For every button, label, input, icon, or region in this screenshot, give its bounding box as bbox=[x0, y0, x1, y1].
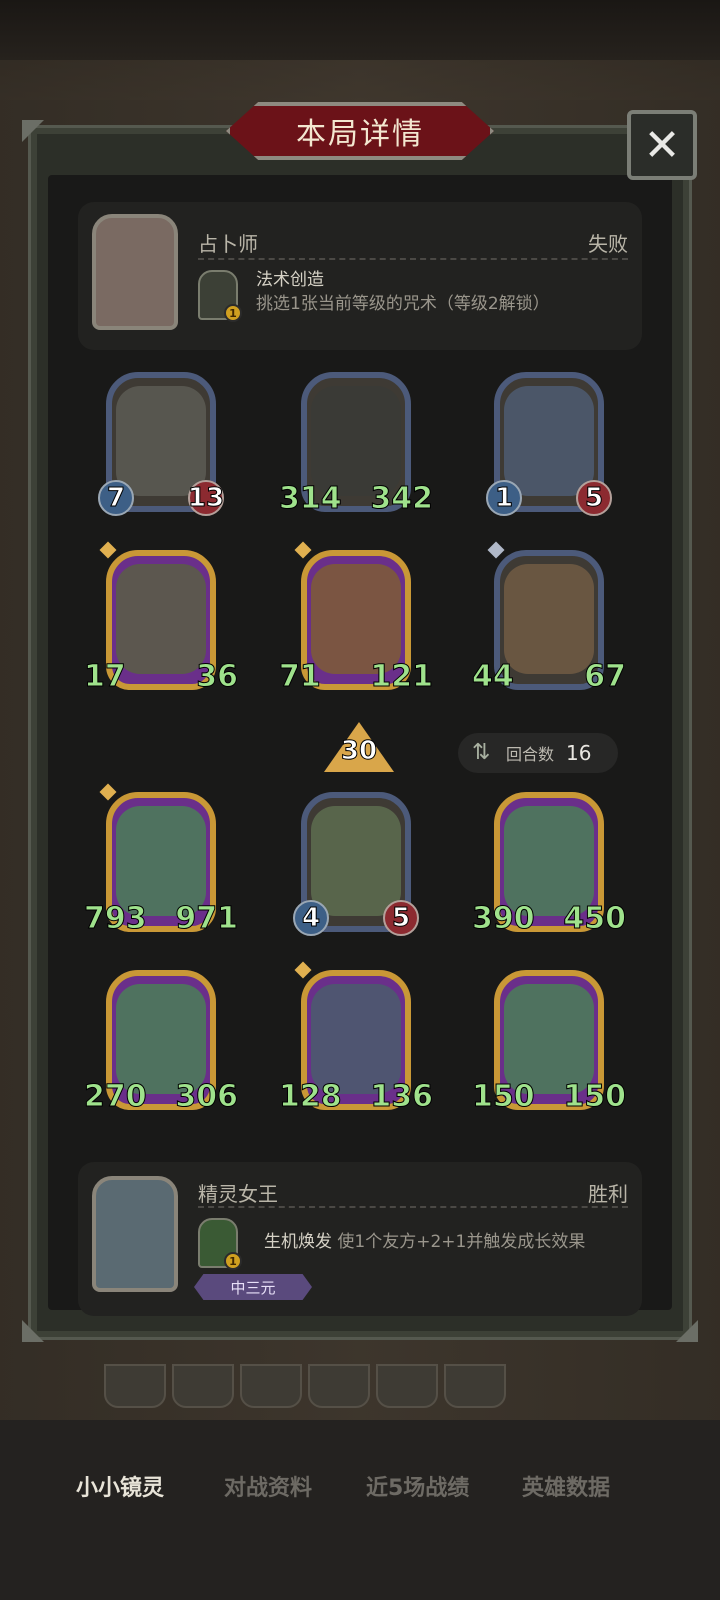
tab-hero-data[interactable]: 英雄数据 bbox=[522, 1470, 610, 1502]
attack-value: 793 bbox=[84, 900, 148, 936]
player-hero-name: 精灵女王 bbox=[198, 1182, 278, 1206]
skill-level-badge: 1 bbox=[224, 1252, 242, 1270]
minion-art bbox=[311, 564, 401, 674]
attack-value: 390 bbox=[472, 900, 536, 936]
strip-slot bbox=[308, 1364, 370, 1408]
attack-value: 7 bbox=[98, 480, 134, 516]
hero-power-icon[interactable]: 1 bbox=[198, 1218, 242, 1270]
lineup-strip bbox=[104, 1364, 524, 1414]
opponent-hero-card: 占卜师 失败 1 法术创造 挑选1张当前等级的咒术（等级2解锁） bbox=[78, 202, 642, 350]
player-skill: 生机焕发 使1个友方+2+1并触发成长效果 bbox=[264, 1230, 622, 1254]
skill-name: 生机焕发 bbox=[264, 1232, 332, 1252]
attack-value: 44 bbox=[472, 658, 515, 694]
enemy-minion[interactable]: 17 36 bbox=[84, 541, 238, 705]
player-minion[interactable]: 150 150 bbox=[472, 970, 626, 1125]
player-minion[interactable]: 793 971 bbox=[84, 783, 238, 947]
player-minion[interactable]: 270 306 bbox=[84, 970, 238, 1125]
attack-value: 150 bbox=[472, 1078, 536, 1114]
tavern-tier-badge: 30 bbox=[324, 722, 394, 772]
minion-art bbox=[311, 984, 401, 1094]
player-result: 胜利 bbox=[588, 1182, 628, 1206]
bottom-tab-bar: 小小镜灵 对战资料 近5场战绩 英雄数据 bbox=[0, 1420, 720, 1600]
minion-art bbox=[504, 984, 594, 1094]
minion-art bbox=[116, 386, 206, 496]
enemy-minion[interactable]: 314 342 bbox=[279, 372, 433, 527]
player-minion[interactable]: 4 5 bbox=[293, 792, 419, 947]
opponent-skill: 法术创造 挑选1张当前等级的咒术（等级2解锁） bbox=[256, 268, 622, 316]
enemy-minion[interactable]: 44 67 bbox=[472, 541, 626, 705]
minion-art bbox=[116, 806, 206, 916]
tab-battle-info[interactable]: 对战资料 bbox=[224, 1470, 312, 1502]
minion-art bbox=[311, 806, 401, 916]
health-value: 150 bbox=[563, 1078, 627, 1114]
health-value: 306 bbox=[175, 1078, 239, 1114]
player-hero-card: 精灵女王 胜利 1 生机焕发 使1个友方+2+1并触发成长效果 中三元 bbox=[78, 1162, 642, 1316]
opponent-hero-portrait bbox=[92, 214, 178, 330]
turn-value: 16 bbox=[566, 741, 592, 765]
page-title: 本局详情 bbox=[296, 117, 424, 152]
title-banner: 本局详情 bbox=[226, 102, 494, 160]
attack-value: 314 bbox=[279, 480, 343, 516]
strip-slot bbox=[104, 1364, 166, 1408]
opponent-result: 失败 bbox=[588, 232, 628, 256]
close-button[interactable]: ✕ bbox=[627, 110, 697, 180]
health-value: 450 bbox=[563, 900, 627, 936]
skill-description: 挑选1张当前等级的咒术（等级2解锁） bbox=[256, 294, 550, 314]
attack-value: 71 bbox=[279, 658, 322, 694]
player-hero-portrait bbox=[92, 1176, 178, 1292]
strip-slot bbox=[172, 1364, 234, 1408]
minion-art bbox=[504, 564, 594, 674]
skill-level-badge: 1 bbox=[224, 304, 242, 322]
skill-description: 使1个友方+2+1并触发成长效果 bbox=[337, 1232, 586, 1252]
tavern-tier-value: 30 bbox=[340, 736, 378, 767]
strip-slot bbox=[240, 1364, 302, 1408]
health-value: 5 bbox=[383, 900, 419, 936]
attack-value: 4 bbox=[293, 900, 329, 936]
health-value: 342 bbox=[370, 480, 434, 516]
turn-label: 回合数 bbox=[506, 745, 555, 764]
health-value: 121 bbox=[370, 658, 434, 694]
tab-recent-5[interactable]: 近5场战绩 bbox=[366, 1470, 469, 1502]
health-value: 36 bbox=[196, 658, 239, 694]
strip-slot bbox=[376, 1364, 438, 1408]
attack-value: 128 bbox=[279, 1078, 343, 1114]
health-value: 136 bbox=[370, 1078, 434, 1114]
strip-slot bbox=[444, 1364, 506, 1408]
divider bbox=[198, 1206, 628, 1208]
player-tag-badge: 中三元 bbox=[194, 1274, 312, 1300]
skill-name: 法术创造 bbox=[256, 270, 324, 290]
attack-value: 270 bbox=[84, 1078, 148, 1114]
enemy-minion[interactable]: 7 13 bbox=[98, 372, 225, 527]
minion-art bbox=[116, 984, 206, 1094]
minion-art bbox=[504, 386, 594, 496]
health-value: 67 bbox=[584, 658, 627, 694]
minion-art bbox=[504, 806, 594, 916]
health-value: 13 bbox=[187, 480, 225, 516]
attack-value: 1 bbox=[486, 480, 522, 516]
player-minion[interactable]: 128 136 bbox=[279, 961, 433, 1125]
swap-arrows-icon: ⇅ bbox=[472, 740, 491, 765]
turn-counter: ⇅ 回合数 16 bbox=[458, 733, 618, 773]
minion-art bbox=[116, 564, 206, 674]
tab-mini-mirror[interactable]: 小小镜灵 bbox=[76, 1470, 164, 1502]
attack-value: 17 bbox=[84, 658, 127, 694]
health-value: 5 bbox=[576, 480, 612, 516]
opponent-hero-name: 占卜师 bbox=[198, 232, 258, 256]
divider bbox=[198, 258, 628, 260]
minion-art bbox=[311, 386, 401, 496]
spell-card-icon[interactable]: 1 bbox=[198, 270, 242, 322]
health-value: 971 bbox=[175, 900, 239, 936]
player-minion[interactable]: 390 450 bbox=[472, 792, 626, 947]
close-x-icon: ✕ bbox=[643, 119, 681, 171]
enemy-minion[interactable]: 71 121 bbox=[279, 541, 433, 705]
enemy-minion[interactable]: 1 5 bbox=[486, 372, 612, 527]
